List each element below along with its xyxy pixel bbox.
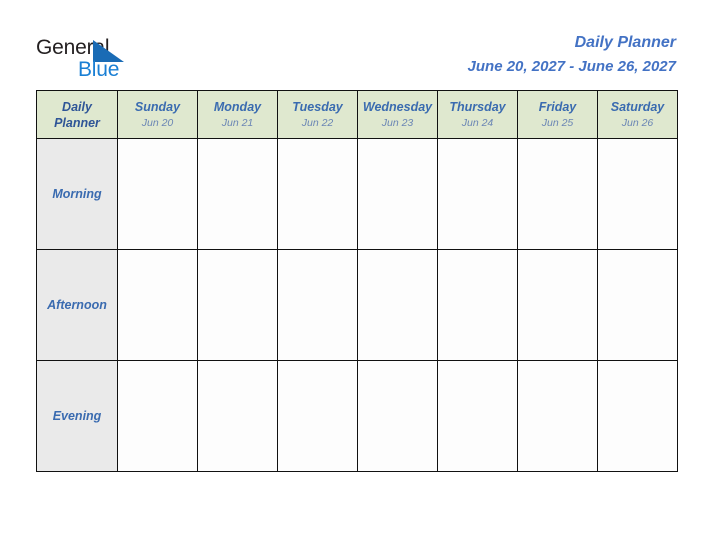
cell-morning-saturday[interactable] [597,138,678,250]
slot-label-afternoon-text: Afternoon [47,298,107,312]
cell-afternoon-friday[interactable] [517,249,598,361]
cell-morning-tuesday[interactable] [277,138,358,250]
cell-morning-friday[interactable] [517,138,598,250]
cell-text[interactable] [598,361,677,461]
day-date-monday: Jun 21 [221,116,254,129]
day-name-wednesday: Wednesday [362,99,433,114]
day-name-friday: Friday [538,99,577,114]
cell-text[interactable] [598,250,677,350]
slot-label-evening-text: Evening [52,409,102,423]
corner-label-line2: Planner [54,115,100,130]
table-row-afternoon: Afternoon [36,249,678,361]
header-cell-wednesday: Wednesday Jun 23 [357,90,438,139]
cell-text[interactable] [358,139,437,239]
cell-afternoon-sunday[interactable] [117,249,198,361]
cell-afternoon-tuesday[interactable] [277,249,358,361]
day-name-saturday: Saturday [610,99,665,114]
cell-evening-wednesday[interactable] [357,360,438,472]
document-title-block: Daily Planner June 20, 2027 - June 26, 2… [468,32,676,77]
cell-evening-saturday[interactable] [597,360,678,472]
header-cell-tuesday: Tuesday Jun 22 [277,90,358,139]
brand-logo[interactable]: General Blue [36,36,256,82]
cell-afternoon-saturday[interactable] [597,249,678,361]
cell-morning-thursday[interactable] [437,138,518,250]
cell-text[interactable] [438,250,517,350]
slot-label-afternoon: Afternoon [36,249,118,361]
day-name-monday: Monday [213,99,262,114]
header-cell-saturday: Saturday Jun 26 [597,90,678,139]
day-date-sunday: Jun 20 [141,116,174,129]
cell-text[interactable] [118,361,197,461]
daily-planner-page: General Blue Daily Planner June 20, 2027… [0,0,712,550]
day-name-thursday: Thursday [449,99,506,114]
cell-text[interactable] [198,250,277,350]
day-date-saturday: Jun 26 [621,116,654,129]
cell-evening-monday[interactable] [197,360,278,472]
day-name-sunday: Sunday [134,99,181,114]
planner-table: Daily Planner Sunday Jun 20 Monday Jun 2… [36,90,678,472]
cell-text[interactable] [278,361,357,461]
cell-morning-sunday[interactable] [117,138,198,250]
cell-text[interactable] [118,139,197,239]
cell-text[interactable] [358,250,437,350]
cell-text[interactable] [438,361,517,461]
cell-morning-wednesday[interactable] [357,138,438,250]
cell-morning-monday[interactable] [197,138,278,250]
header-cell-thursday: Thursday Jun 24 [437,90,518,139]
header-corner-cell: Daily Planner [36,90,118,139]
day-date-friday: Jun 25 [541,116,574,129]
corner-label-line1: Daily [62,99,92,114]
cell-afternoon-thursday[interactable] [437,249,518,361]
cell-text[interactable] [118,250,197,350]
slot-label-morning-text: Morning [52,187,102,201]
cell-text[interactable] [198,361,277,461]
day-date-thursday: Jun 24 [461,116,494,129]
slot-label-evening: Evening [36,360,118,472]
cell-text[interactable] [518,361,597,461]
cell-evening-friday[interactable] [517,360,598,472]
brand-name-blue: Blue [78,58,120,81]
slot-label-morning: Morning [36,138,118,250]
header-cell-sunday: Sunday Jun 20 [117,90,198,139]
cell-text[interactable] [518,139,597,239]
cell-evening-thursday[interactable] [437,360,518,472]
day-date-wednesday: Jun 23 [381,116,414,129]
cell-text[interactable] [598,139,677,239]
cell-evening-sunday[interactable] [117,360,198,472]
cell-evening-tuesday[interactable] [277,360,358,472]
cell-text[interactable] [278,250,357,350]
cell-text[interactable] [518,250,597,350]
table-header-row: Daily Planner Sunday Jun 20 Monday Jun 2… [36,90,678,139]
cell-text[interactable] [198,139,277,239]
page-title: Daily Planner [574,34,676,51]
cell-afternoon-monday[interactable] [197,249,278,361]
day-name-tuesday: Tuesday [292,99,343,114]
header-cell-friday: Friday Jun 25 [517,90,598,139]
cell-text[interactable] [278,139,357,239]
day-date-tuesday: Jun 22 [301,116,334,129]
cell-text[interactable] [438,139,517,239]
cell-text[interactable] [358,361,437,461]
date-range-label: June 20, 2027 - June 26, 2027 [467,58,676,75]
header-cell-monday: Monday Jun 21 [197,90,278,139]
table-row-evening: Evening [36,360,678,472]
page-header: General Blue Daily Planner June 20, 2027… [0,0,712,90]
cell-afternoon-wednesday[interactable] [357,249,438,361]
table-row-morning: Morning [36,138,678,250]
